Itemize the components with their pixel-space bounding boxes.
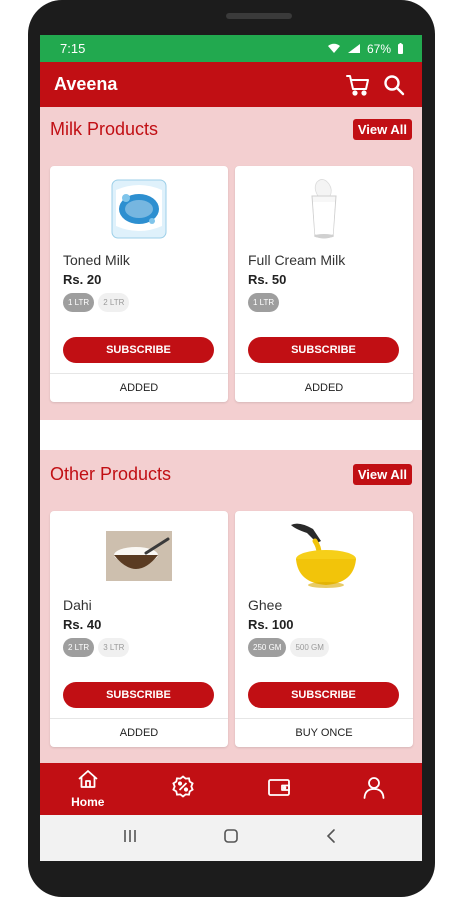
product-price: Rs. 100 — [248, 617, 294, 632]
wallet-icon — [267, 777, 291, 802]
section-title: Milk Products — [50, 118, 159, 139]
system-navigation-bar — [40, 815, 422, 861]
size-options: 1 LTR 2 LTR — [63, 293, 130, 312]
other-products-section: Other Products View All Dahi Rs. 40 2 LT… — [40, 450, 422, 763]
subscribe-button[interactable]: SUBSCRIBE — [248, 682, 399, 708]
buy-once-button[interactable]: BUY ONCE — [235, 718, 413, 747]
nav-offers[interactable] — [136, 774, 232, 804]
size-options: 1 LTR — [248, 293, 280, 312]
nav-profile[interactable] — [327, 775, 423, 804]
subscribe-button[interactable]: SUBSCRIBE — [63, 337, 214, 363]
product-card[interactable]: Full Cream Milk Rs. 50 1 LTR SUBSCRIBE A… — [235, 166, 413, 402]
back-icon[interactable] — [324, 828, 340, 849]
cart-icon[interactable] — [344, 71, 372, 99]
app-title: Aveena — [54, 74, 118, 94]
product-price: Rs. 40 — [63, 617, 102, 632]
product-name: Toned Milk — [63, 252, 130, 268]
app-bar: Aveena — [40, 62, 422, 107]
battery-percent: 67% — [366, 41, 391, 56]
size-chip[interactable]: 1 LTR — [248, 293, 280, 312]
battery-icon — [397, 42, 404, 55]
section-title: Other Products — [50, 463, 172, 484]
size-chip[interactable]: 250 GM — [248, 638, 287, 657]
sim-signal-icon — [347, 43, 361, 54]
size-chip[interactable]: 3 LTR — [98, 638, 130, 657]
nav-home-label: Home — [71, 795, 105, 809]
product-image-ghee — [235, 521, 413, 591]
home-icon — [77, 769, 99, 794]
product-card[interactable]: Dahi Rs. 40 2 LTR 3 LTR SUBSCRIBE ADDED — [50, 511, 228, 747]
subscribe-button[interactable]: SUBSCRIBE — [63, 682, 214, 708]
product-image-dahi — [50, 521, 228, 591]
size-chip[interactable]: 500 GM — [290, 638, 329, 657]
size-options: 2 LTR 3 LTR — [63, 638, 130, 657]
app-screen: 7:15 67% Aveena Milk Products View All T… — [40, 35, 422, 861]
size-options: 250 GM 500 GM — [248, 638, 329, 657]
product-name: Full Cream Milk — [248, 252, 346, 268]
product-card[interactable]: Toned Milk Rs. 20 1 LTR 2 LTR SUBSCRIBE … — [50, 166, 228, 402]
nav-wallet[interactable] — [231, 777, 327, 802]
status-bar: 7:15 67% — [40, 35, 422, 62]
size-chip[interactable]: 2 LTR — [98, 293, 130, 312]
section-header: Other Products View All — [50, 452, 412, 496]
profile-icon — [362, 775, 386, 804]
nav-home[interactable]: Home — [40, 769, 136, 809]
home-system-icon[interactable] — [223, 828, 239, 849]
bottom-navigation: Home — [40, 763, 422, 815]
cart-status-button[interactable]: ADDED — [50, 373, 228, 402]
view-all-button[interactable]: View All — [352, 118, 412, 140]
phone-speaker — [226, 13, 292, 19]
search-icon[interactable] — [380, 71, 408, 99]
milk-products-section: Milk Products View All Toned Milk Rs. 20… — [40, 107, 422, 420]
product-name: Ghee — [248, 597, 283, 613]
cart-status-button[interactable]: ADDED — [235, 373, 413, 402]
product-image-full-cream-milk — [235, 176, 413, 246]
offer-icon — [171, 774, 195, 804]
product-card[interactable]: Ghee Rs. 100 250 GM 500 GM SUBSCRIBE BUY… — [235, 511, 413, 747]
wifi-icon — [327, 43, 341, 54]
view-all-button[interactable]: View All — [352, 463, 412, 485]
product-price: Rs. 50 — [248, 272, 287, 287]
product-image-toned-milk — [50, 176, 228, 246]
size-chip[interactable]: 2 LTR — [63, 638, 95, 657]
product-price: Rs. 20 — [63, 272, 102, 287]
size-chip[interactable]: 1 LTR — [63, 293, 95, 312]
subscribe-button[interactable]: SUBSCRIBE — [248, 337, 399, 363]
section-header: Milk Products View All — [50, 107, 412, 151]
cart-status-button[interactable]: ADDED — [50, 718, 228, 747]
status-time: 7:15 — [60, 41, 86, 56]
status-indicators: 67% — [327, 42, 404, 56]
recent-apps-icon[interactable] — [122, 828, 138, 849]
product-name: Dahi — [63, 597, 92, 613]
